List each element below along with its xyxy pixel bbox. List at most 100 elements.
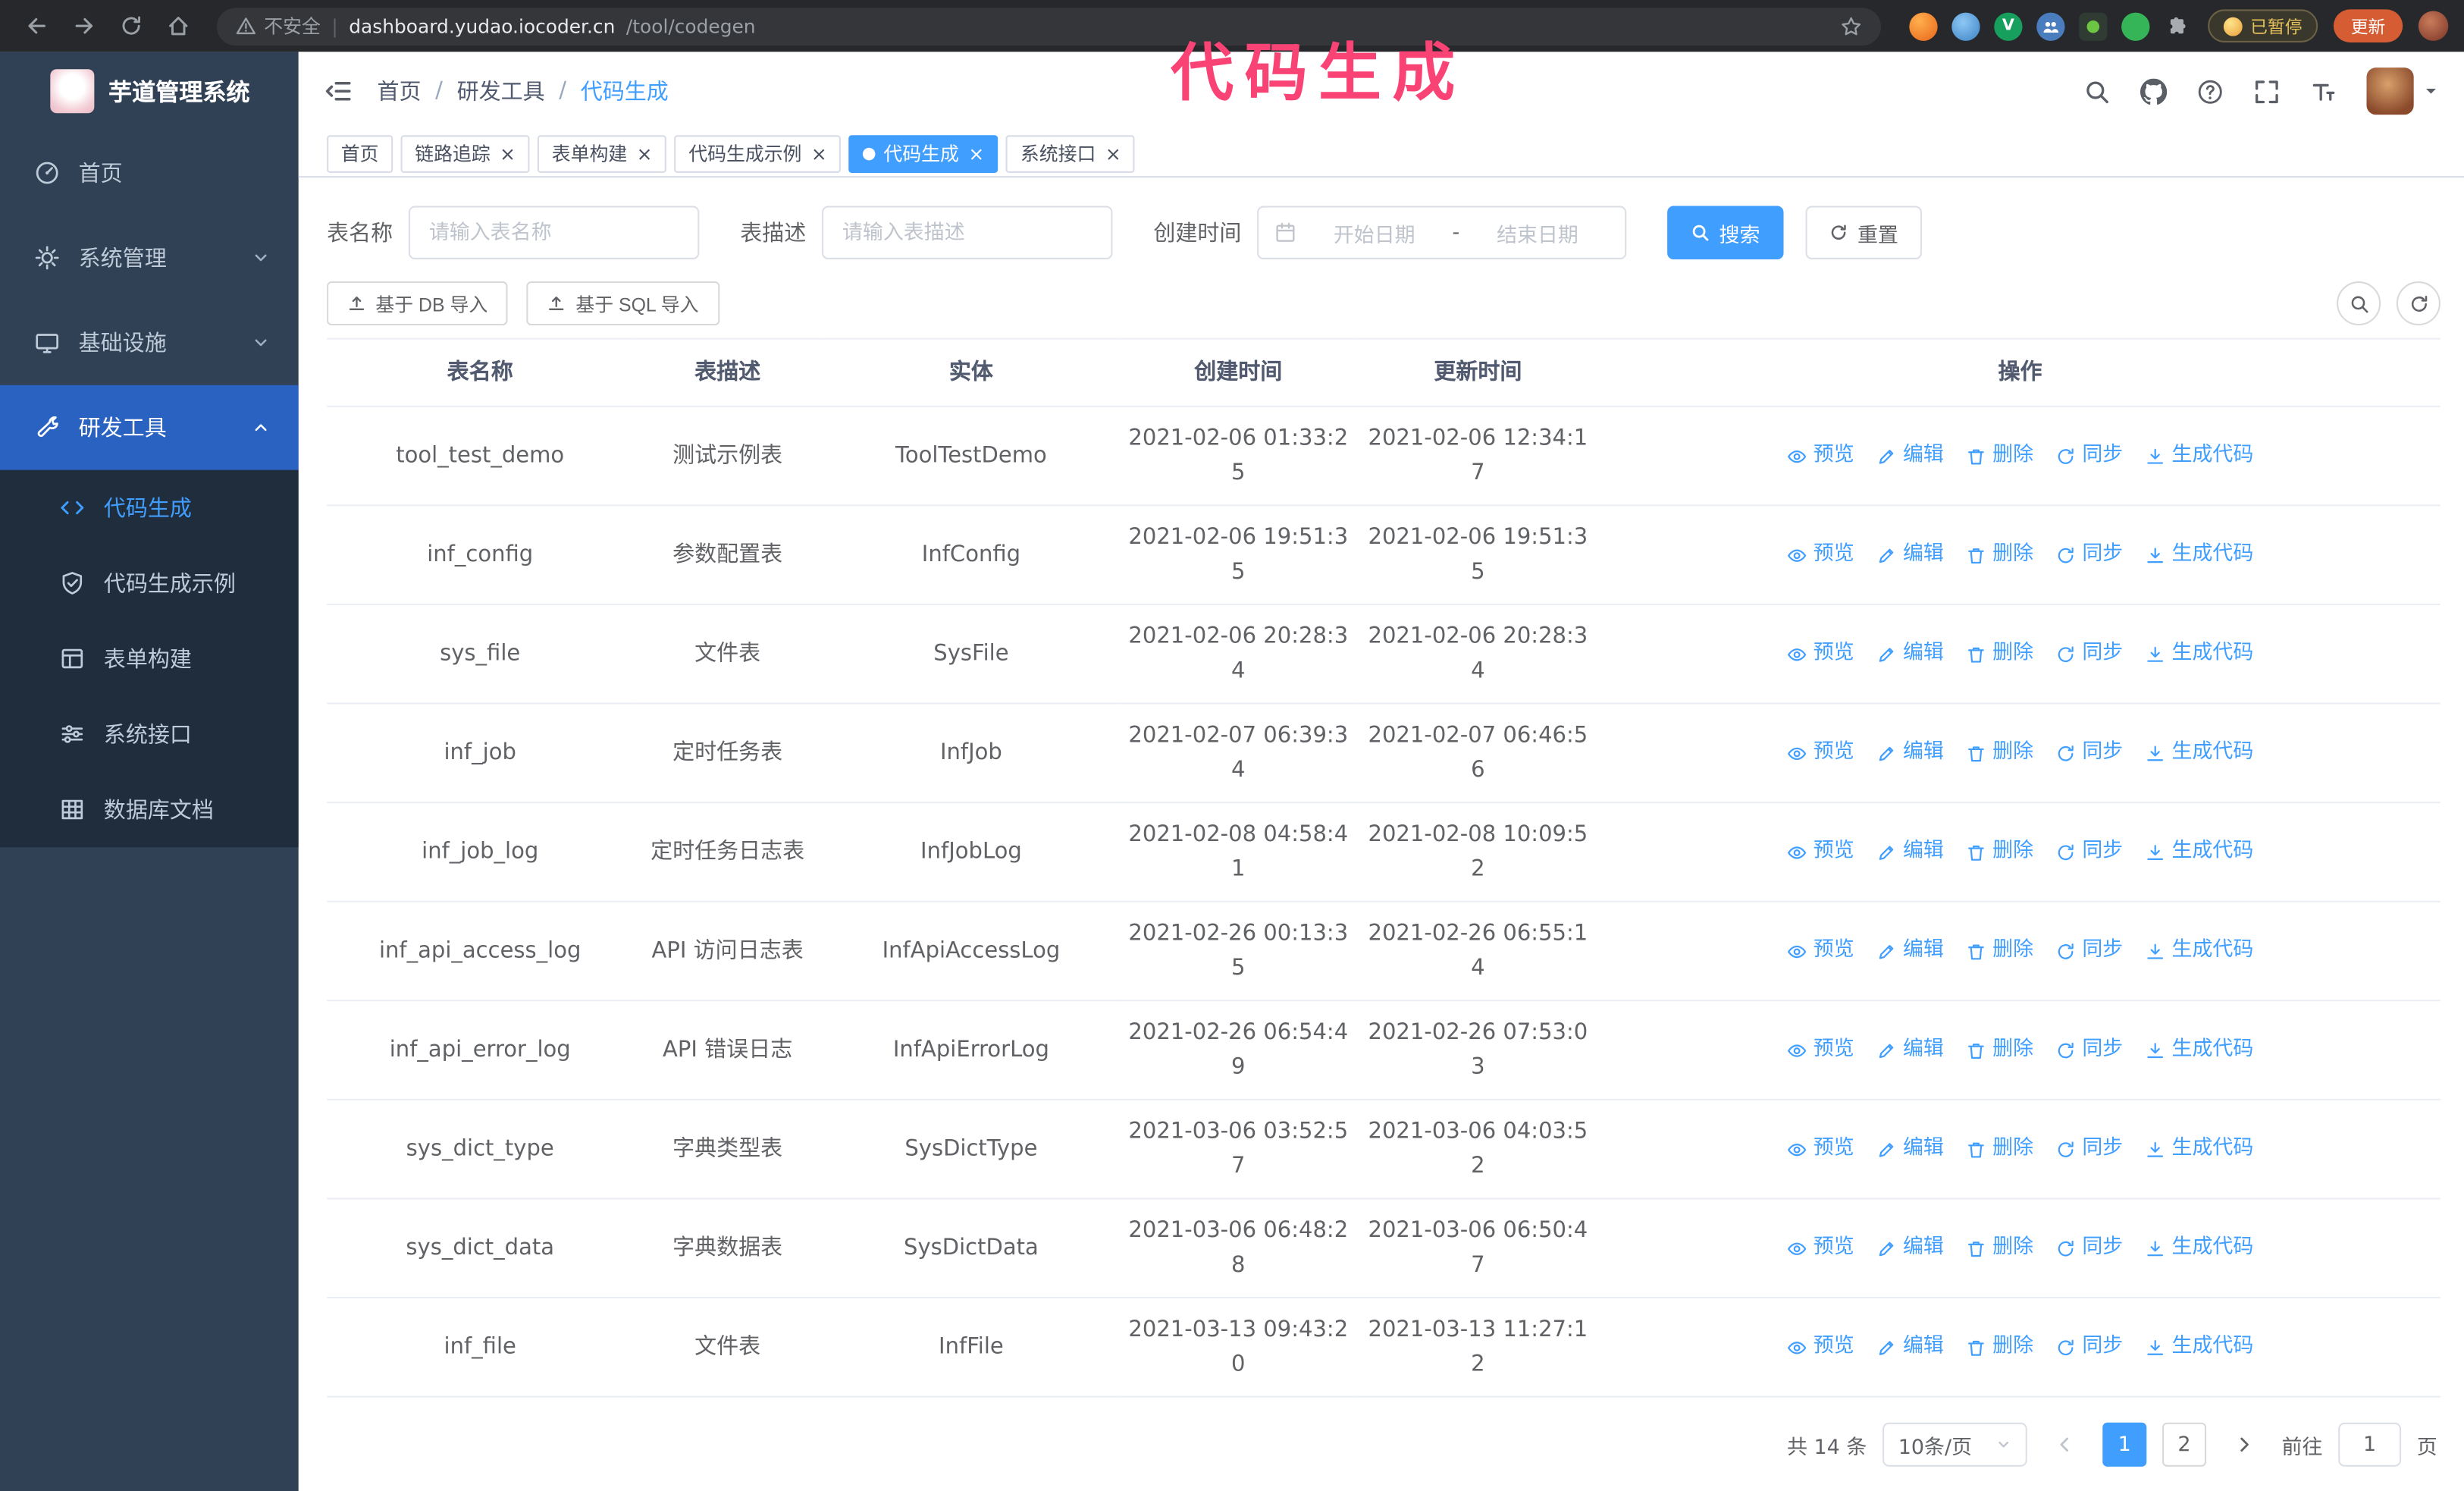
delete-link[interactable]: 删除	[1966, 934, 2033, 968]
generate-code-link[interactable]: 生成代码	[2145, 934, 2253, 968]
delete-link[interactable]: 删除	[1966, 736, 2033, 771]
user-menu[interactable]	[2366, 67, 2438, 115]
sync-link[interactable]: 同步	[2055, 835, 2123, 870]
edit-link[interactable]: 编辑	[1876, 1231, 1944, 1266]
sidebar-item-api[interactable]: 系统接口	[0, 696, 299, 771]
sync-link[interactable]: 同步	[2055, 736, 2123, 771]
edit-link[interactable]: 编辑	[1876, 1033, 1944, 1068]
sidebar-item-codegen[interactable]: 代码生成	[0, 470, 299, 545]
sidebar-fold-icon[interactable]	[324, 77, 352, 105]
generate-code-link[interactable]: 生成代码	[2145, 736, 2253, 771]
extension-icon-leaf[interactable]	[2121, 11, 2150, 40]
tab-close-icon[interactable]: ×	[1105, 144, 1121, 163]
refresh-list-button[interactable]	[2396, 281, 2440, 326]
sidebar-item-codegen-example[interactable]: 代码生成示例	[0, 545, 299, 620]
preview-link[interactable]: 预览	[1787, 1132, 1854, 1166]
sidebar-item-home[interactable]: 首页	[0, 130, 299, 215]
extension-icon-green-v[interactable]: V	[1994, 11, 2023, 40]
preview-link[interactable]: 预览	[1787, 438, 1854, 473]
font-size-icon[interactable]	[2310, 78, 2337, 105]
sync-link[interactable]: 同步	[2055, 1033, 2123, 1068]
page-size-select[interactable]: 10条/页	[1882, 1422, 2027, 1467]
browser-reload-button[interactable]	[110, 5, 151, 46]
browser-profile-avatar[interactable]	[2418, 11, 2449, 41]
help-icon[interactable]	[2197, 78, 2224, 105]
prev-page-button[interactable]	[2042, 1423, 2086, 1467]
edit-link[interactable]: 编辑	[1876, 736, 1944, 771]
import-db-button[interactable]: 基于 DB 导入	[327, 281, 509, 326]
table-name-input[interactable]	[408, 206, 700, 259]
sidebar-item-infrastructure[interactable]: 基础设施	[0, 300, 299, 385]
preview-link[interactable]: 预览	[1787, 538, 1854, 573]
address-bar[interactable]: 不安全 | dashboard.yudao.iocoder.cn/tool/co…	[217, 7, 1882, 46]
delete-link[interactable]: 删除	[1966, 1132, 2033, 1166]
extensions-puzzle-icon[interactable]	[2164, 12, 2192, 40]
generate-code-link[interactable]: 生成代码	[2145, 1033, 2253, 1068]
fullscreen-icon[interactable]	[2253, 78, 2280, 105]
delete-link[interactable]: 删除	[1966, 835, 2033, 870]
delete-link[interactable]: 删除	[1966, 1231, 2033, 1266]
header-search-icon[interactable]	[2083, 78, 2110, 105]
preview-link[interactable]: 预览	[1787, 736, 1854, 771]
browser-forward-button[interactable]	[63, 5, 104, 46]
page-button-2[interactable]: 2	[2161, 1422, 2207, 1467]
sidebar-item-dev-tools[interactable]: 研发工具	[0, 385, 299, 470]
extension-icon-people[interactable]	[2036, 11, 2065, 40]
date-range-picker[interactable]: 开始日期 - 结束日期	[1257, 206, 1627, 259]
extension-icon-blue[interactable]	[1951, 11, 1980, 40]
preview-link[interactable]: 预览	[1787, 934, 1854, 968]
page-button-1[interactable]: 1	[2102, 1422, 2147, 1467]
generate-code-link[interactable]: 生成代码	[2145, 438, 2253, 473]
tab-close-icon[interactable]: ×	[500, 144, 516, 163]
edit-link[interactable]: 编辑	[1876, 438, 1944, 473]
edit-link[interactable]: 编辑	[1876, 1330, 1944, 1365]
tab-item[interactable]: 表单构建 ×	[538, 134, 667, 172]
tab-item[interactable]: 首页	[327, 134, 393, 172]
preview-link[interactable]: 预览	[1787, 835, 1854, 870]
reset-button[interactable]: 重置	[1805, 206, 1922, 259]
edit-link[interactable]: 编辑	[1876, 538, 1944, 573]
import-sql-button[interactable]: 基于 SQL 导入	[527, 281, 719, 326]
sync-link[interactable]: 同步	[2055, 934, 2123, 968]
tab-item[interactable]: 代码生成示例 ×	[674, 134, 842, 172]
tab-item[interactable]: 代码生成 ×	[848, 134, 998, 172]
generate-code-link[interactable]: 生成代码	[2145, 538, 2253, 573]
generate-code-link[interactable]: 生成代码	[2145, 835, 2253, 870]
edit-link[interactable]: 编辑	[1876, 1132, 1944, 1166]
edit-link[interactable]: 编辑	[1876, 835, 1944, 870]
preview-link[interactable]: 预览	[1787, 1231, 1854, 1266]
sync-link[interactable]: 同步	[2055, 438, 2123, 473]
extension-paused-badge[interactable]: 已暂停	[2208, 9, 2318, 42]
edit-link[interactable]: 编辑	[1876, 934, 1944, 968]
sidebar-item-system[interactable]: 系统管理	[0, 215, 299, 300]
generate-code-link[interactable]: 生成代码	[2145, 636, 2253, 671]
delete-link[interactable]: 删除	[1966, 1330, 2033, 1365]
next-page-button[interactable]	[2222, 1423, 2266, 1467]
preview-link[interactable]: 预览	[1787, 1330, 1854, 1365]
sync-link[interactable]: 同步	[2055, 636, 2123, 671]
not-secure-chip[interactable]: 不安全	[236, 13, 321, 39]
breadcrumb-dev-tools[interactable]: 研发工具	[457, 75, 545, 106]
sync-link[interactable]: 同步	[2055, 1231, 2123, 1266]
extension-icon-dark-green[interactable]	[2079, 11, 2108, 40]
delete-link[interactable]: 删除	[1966, 538, 2033, 573]
tab-close-icon[interactable]: ×	[968, 144, 984, 163]
browser-update-button[interactable]: 更新	[2333, 9, 2403, 42]
browser-home-button[interactable]	[157, 5, 198, 46]
sidebar-item-db-doc[interactable]: 数据库文档	[0, 772, 299, 847]
browser-back-button[interactable]	[16, 5, 57, 46]
bookmark-star-icon[interactable]	[1840, 15, 1862, 37]
generate-code-link[interactable]: 生成代码	[2145, 1231, 2253, 1266]
sync-link[interactable]: 同步	[2055, 1330, 2123, 1365]
breadcrumb-home[interactable]: 首页	[377, 75, 421, 106]
tab-item[interactable]: 链路追踪 ×	[400, 134, 530, 172]
app-logo[interactable]: 芋道管理系统	[0, 52, 299, 130]
delete-link[interactable]: 删除	[1966, 438, 2033, 473]
extension-icon-orange[interactable]	[1909, 11, 1938, 40]
sync-link[interactable]: 同步	[2055, 538, 2123, 573]
search-button[interactable]: 搜索	[1667, 206, 1784, 259]
preview-link[interactable]: 预览	[1787, 636, 1854, 671]
sync-link[interactable]: 同步	[2055, 1132, 2123, 1166]
delete-link[interactable]: 删除	[1966, 1033, 2033, 1068]
table-desc-input[interactable]	[822, 206, 1113, 259]
